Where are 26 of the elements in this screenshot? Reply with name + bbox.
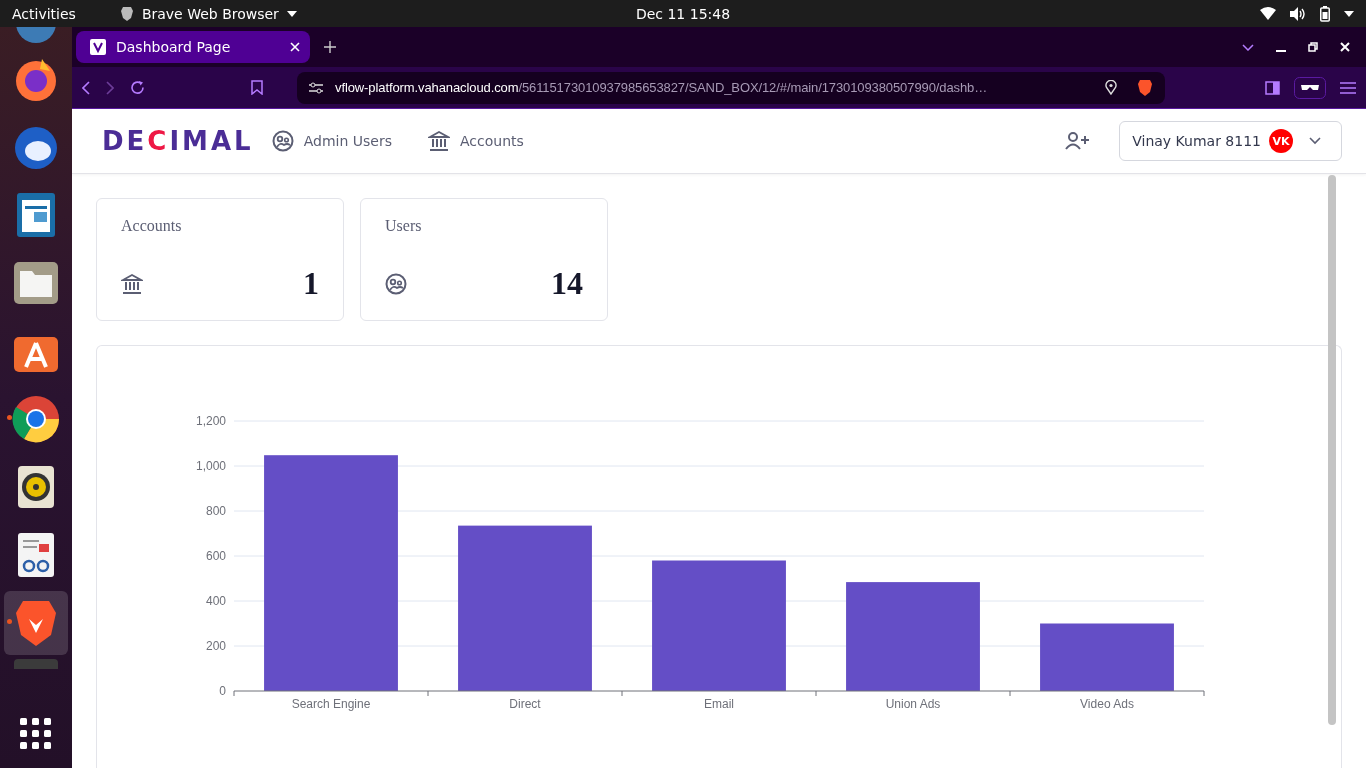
card-value: 1 <box>303 265 319 302</box>
axis-label: Direct <box>509 697 541 711</box>
axis-label: Search Engine <box>291 697 371 711</box>
nav-link[interactable]: Accounts <box>427 130 524 152</box>
axis-label: Video Ads <box>1080 697 1134 711</box>
axis-label: 800 <box>205 504 226 518</box>
axis-label: 600 <box>205 549 226 563</box>
axis-label: Union Ads <box>885 697 941 711</box>
browser-tab[interactable]: Dashboard Page <box>76 31 310 63</box>
axis-label: 1,000 <box>195 459 226 473</box>
axis-label: 0 <box>219 684 226 698</box>
avatar: VK <box>1269 129 1293 153</box>
user-menu-button[interactable]: Vinay Kumar 8111 VK <box>1119 121 1342 161</box>
axis-label: 200 <box>205 639 226 653</box>
axis-label: 400 <box>205 594 226 608</box>
logo[interactable]: DEC IMAL <box>102 126 254 156</box>
nav-link[interactable]: Admin Users <box>271 130 392 152</box>
card-title: Users <box>385 217 423 235</box>
card-title: Accounts <box>121 217 183 235</box>
axis-label: 1,200 <box>195 414 226 428</box>
clock[interactable]: Dec 11 15:48 <box>635 5 731 22</box>
app-menu[interactable]: Brave Web Browser <box>119 5 297 22</box>
address-bar[interactable]: vflow-platform.vahanacloud.com/56115173010937985653827/SAND_BOX/12/#/main/1730109380507990/dashb… <box>297 71 1165 104</box>
activities-button[interactable]: Activities <box>12 5 76 22</box>
card-value: 14 <box>551 265 583 302</box>
axis-label: Email <box>704 697 734 711</box>
